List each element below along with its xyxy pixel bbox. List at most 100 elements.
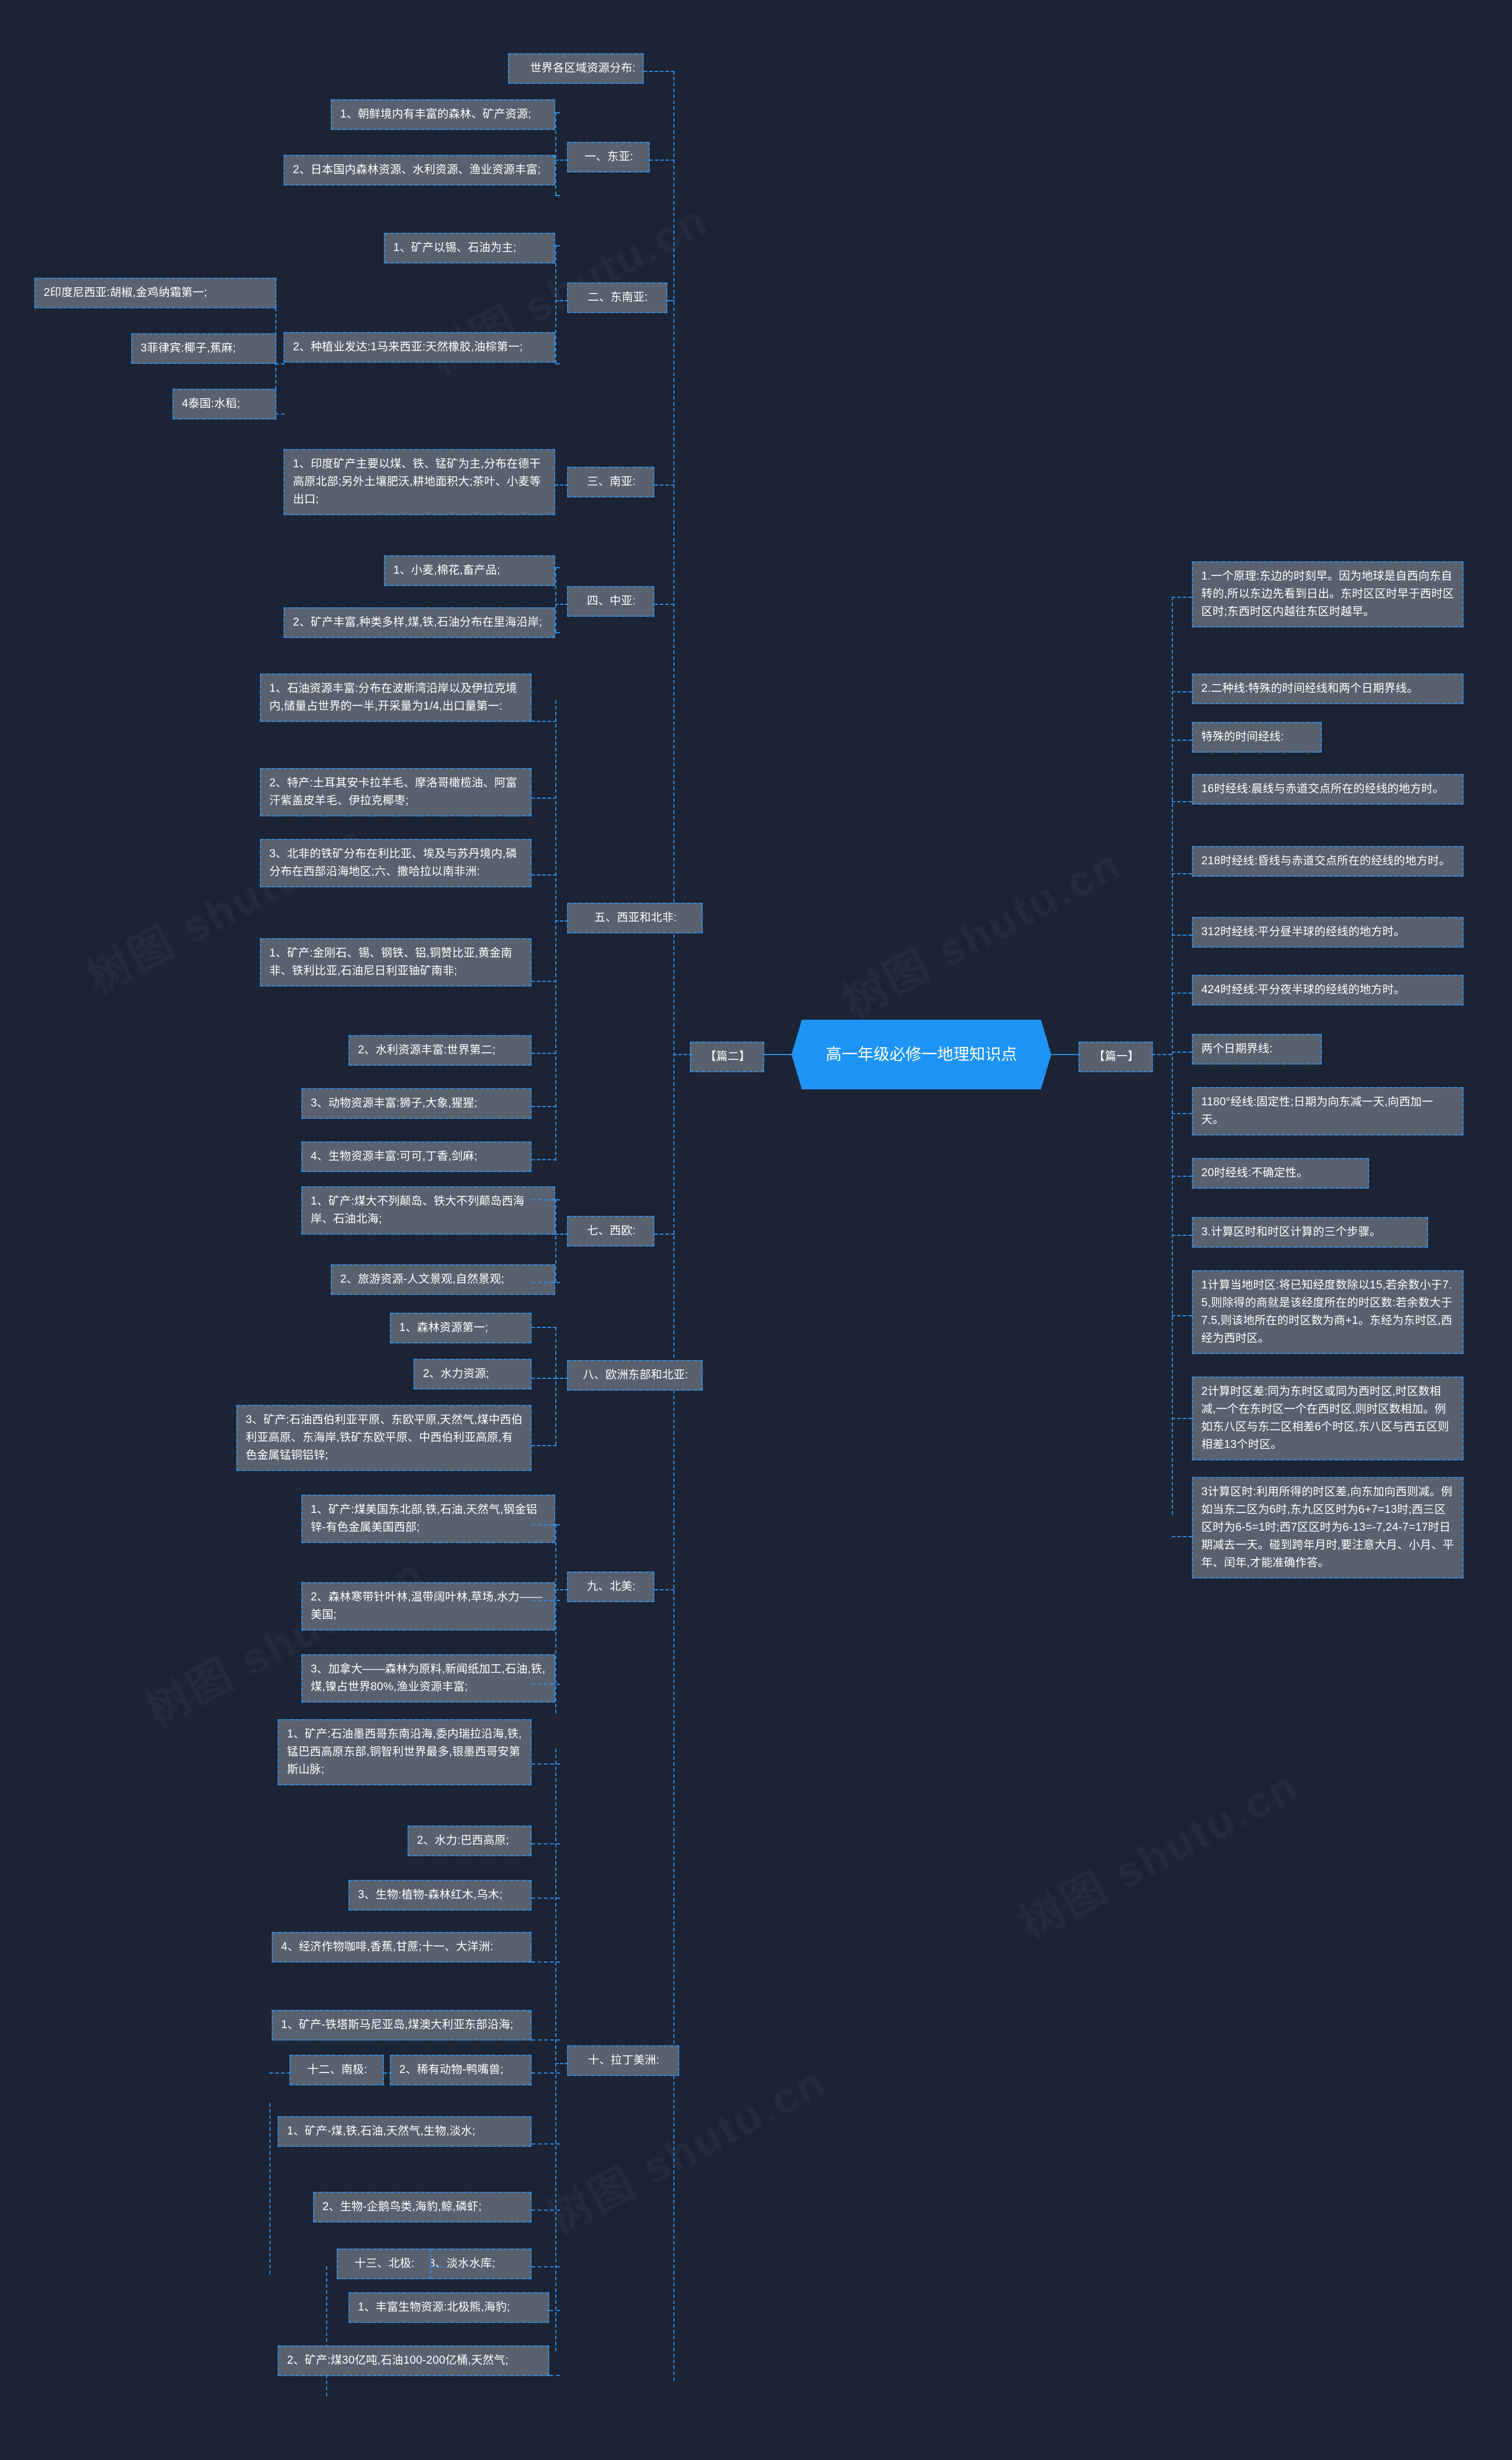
section-title[interactable]: 十二、南极: [289,2055,384,2085]
section-item[interactable]: 2、稀有动物-鸭嘴兽; [390,2055,532,2085]
section-subitem[interactable]: 4泰国:水稻; [172,389,276,419]
section-item[interactable]: 3、加拿大——森林为原料,新闻纸加工,石油,铁,煤,镍占世界80%,渔业资源丰富… [301,1654,555,1703]
connector [532,2143,560,2145]
connector [1172,1052,1192,1053]
connector [555,1589,568,1590]
connector [269,2072,291,2074]
section-item[interactable]: 1、印度矿产主要以煤、铁、锰矿为主,分布在德干高原北部;另外土壤肥沃,耕地面积大… [284,449,555,515]
connector [532,1843,560,1844]
right-item[interactable]: 1计算当地时区:将已知经度数除以15,若余数小于7.5,则除得的商就是该经度所在… [1192,1270,1464,1354]
section-item[interactable]: 1、小麦,棉花,畜产品; [384,555,555,586]
connector [549,2375,560,2376]
section-title[interactable]: 十、拉丁美洲: [567,2045,679,2076]
connector [1172,1113,1192,1114]
section-title[interactable]: 一、东亚: [567,142,650,173]
connector [555,245,556,363]
section-item[interactable]: 2、森林寒带针叶林,温带阔叶林,草场,水力——美国; [301,1582,555,1631]
central-node[interactable]: 高一年级必修一地理知识点 [791,1020,1051,1089]
section-item[interactable]: 1、矿产-铁塔斯马尼亚岛,煤澳大利亚东部沿海; [272,2010,532,2041]
connector [555,1378,568,1379]
section-item[interactable]: 2、特产:土耳其安卡拉羊毛、摩洛哥橄榄油、阿富汗紫盖皮羊毛、伊拉克椰枣; [260,768,532,816]
connector [644,71,674,72]
branch-left-label[interactable]: 【篇二】 [690,1042,764,1072]
section-title[interactable]: 三、南亚: [567,467,654,497]
section-item[interactable]: 4、经济作物咖啡,香蕉,甘蔗;十一、大洋洲: [272,1932,532,1963]
connector [532,1378,556,1379]
connector [555,567,556,632]
right-item[interactable]: 1.一个原理:东边的时刻早。因为地球是自西向东自转的,所以东边先看到日出。东时区… [1192,561,1464,627]
right-item[interactable]: 16时经线:晨线与赤道交点所在的经线的地方时。 [1192,774,1464,805]
connector [532,1053,556,1054]
section-item[interactable]: 1、矿产:石油墨西哥东南沿海,委内瑞拉沿海,铁,锰巴西高原东部,铜智利世界最多,… [278,1719,532,1785]
section-item[interactable]: 1、矿产:煤美国东北部,铁,石油,天然气,钢金铝锌-有色金属美国西部; [301,1495,555,1543]
section-item[interactable]: 1、朝鲜境内有丰富的森林、矿产资源; [331,99,555,130]
connector [555,632,560,633]
right-item[interactable]: 2.二种线:特殊的时间经线和两个日期界线。 [1192,673,1464,704]
section-item[interactable]: 1、石油资源丰富:分布在波斯湾沿岸以及伊拉克境内,储量占世界的一半,开采量为1/… [260,673,532,722]
left-root-spine [673,71,674,2381]
section-item[interactable]: 3、北非的铁矿分布在利比亚、埃及与苏丹境内,磷分布在西部沿海地区;六、撒哈拉以南… [260,839,532,887]
connector [532,1327,556,1328]
section-item[interactable]: 2、日本国内森林资源、水利资源、渔业资源丰富; [284,155,555,186]
connector [532,1763,560,1765]
connector [1172,740,1192,741]
section-item[interactable]: 1、森林资源第一; [390,1313,532,1343]
section-item[interactable]: 3、淡水水库; [419,2249,532,2279]
section-title[interactable]: 十三、北极: [337,2249,431,2279]
section-item[interactable]: 1、丰富生物资源:北极熊,海豹; [348,2292,549,2323]
section-item[interactable]: 2、水力资源; [413,1359,532,1390]
section-title[interactable]: 九、北美: [567,1571,654,1602]
connector [555,567,560,568]
section-item[interactable]: 2、生物-企鹅鸟类,海豹,鲸,磷虾; [313,2192,532,2223]
section-title[interactable]: 八、欧洲东部和北亚: [567,1360,703,1391]
right-item[interactable]: 3计算区时:利用所得的时区差,向东加向西则减。例如当东二区为6时,东九区区时为6… [1192,1477,1464,1579]
section-subitem[interactable]: 3菲律宾:椰子,蕉麻; [131,333,276,364]
branch-right-label[interactable]: 【篇一】 [1078,1042,1153,1072]
section-item[interactable]: 3、矿产:石油西伯利亚平原、东欧平原,天然气,煤中西伯利亚高原、东海岸,铁矿东欧… [236,1405,532,1471]
right-item[interactable]: 两个日期界线: [1192,1034,1322,1065]
section-item[interactable]: 2、水利资源丰富:世界第二; [348,1035,532,1066]
connector [555,484,568,486]
connector [654,1589,674,1590]
right-item[interactable]: 2计算时区差:同为东时区或同为西时区,时区数相减,一个在东时区一个在西时区,则时… [1192,1377,1464,1460]
section-item[interactable]: 2、矿产丰富,种类多样,煤,铁,石油分布在里海沿岸; [284,607,555,638]
section-title[interactable]: 四、中亚: [567,586,654,617]
connector [1152,1054,1172,1055]
connector [275,363,285,365]
connector [555,2063,568,2064]
section-item[interactable]: 2、种植业发达:1马来西亚:天然橡胶,油棕第一; [284,332,555,363]
section-item[interactable]: 1、矿产:金刚石、锡、钢铁、铝,铜赞比亚,黄金南非、铁利比亚,石油尼日利亚铀矿南… [260,938,532,987]
section-item[interactable]: 1、矿产以锡、石油为主; [384,233,555,263]
section-title[interactable]: 七、西欧: [567,1216,654,1247]
right-item[interactable]: 424时经线:平分夜半球的经线的地方时。 [1192,975,1464,1006]
section-item[interactable]: 2、矿产:煤30亿吨,石油100-200亿桶,天然气; [278,2345,549,2376]
right-item[interactable]: 312时经线:平分昼半球的经线的地方时。 [1192,917,1464,948]
central-node-label: 高一年级必修一地理知识点 [826,1046,1017,1063]
section-subitem[interactable]: 2印度尼西亚:胡椒,金鸡纳霜第一; [34,278,276,308]
right-item[interactable]: 特殊的时间经线: [1192,722,1322,753]
section-item[interactable]: 1、矿产:煤大不列颠岛、铁大不列颠岛西海岸、石油北海; [301,1186,555,1235]
right-item[interactable]: 3.计算区时和时区计算的三个步骤。 [1192,1217,1428,1248]
connector [1172,993,1192,994]
connector [1172,1176,1192,1177]
right-item[interactable]: 218时经线:昏线与赤道交点所在的经线的地方时。 [1192,846,1464,877]
connector [555,300,568,301]
section-item[interactable]: 2、水力:巴西高原; [408,1826,532,1856]
right-item[interactable]: 1180°经线:固定性;日期为向东减一天,向西加一天。 [1192,1087,1464,1135]
section-item[interactable]: 3、生物:植物-森林红木,乌木; [348,1880,532,1911]
connector [1172,1315,1192,1316]
section-title[interactable]: 二、东南亚: [567,282,667,313]
section-item[interactable]: 2、旅游资源-人文景观,自然景观; [331,1264,555,1295]
connector [555,112,556,195]
section-item[interactable]: 3、动物资源丰富:狮子,大象,猩猩; [301,1088,532,1119]
left-root-label[interactable]: 世界各区域资源分布: [508,53,644,84]
connector [555,245,560,246]
right-item[interactable]: 20时经线:不确定性。 [1192,1158,1369,1189]
section-title[interactable]: 五、西亚和北非: [567,903,703,933]
connector [326,2266,327,2396]
connector [667,300,674,301]
section-item[interactable]: 4、生物资源丰富:可可,丁香,剑麻; [301,1141,532,1172]
connector [532,2210,560,2211]
section-item[interactable]: 1、矿产-煤,铁,石油,天然气,生物,淡水; [278,2116,532,2147]
watermark: 树图 shutu.cn [133,1538,434,1739]
